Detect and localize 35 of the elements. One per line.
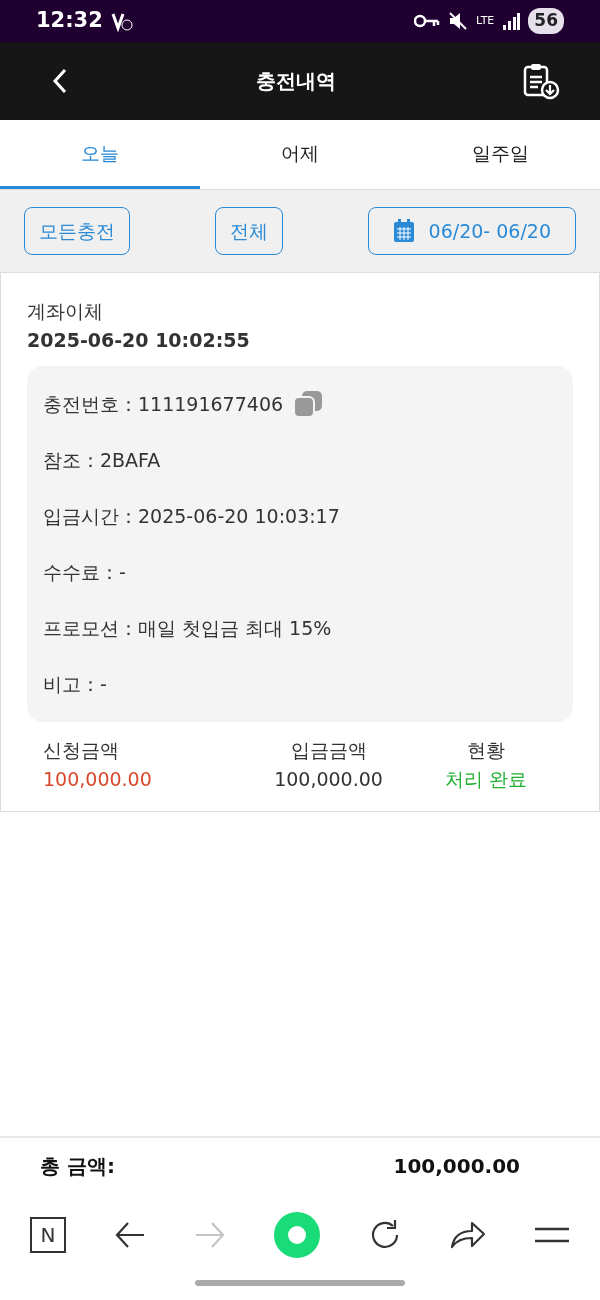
status-text: 처리 완료 [443, 766, 528, 792]
signal-icon [502, 12, 521, 30]
detail-text: 입금시간：2025-06-20 10:03:17 [43, 503, 340, 529]
mute-icon [448, 11, 469, 31]
status-label: 현황 [465, 738, 506, 763]
tab[interactable]: 일주일 [400, 120, 600, 189]
detail-text: 충전번호：111191677406 [43, 391, 284, 417]
amount-label: 입금금액 [289, 738, 368, 763]
total-label: 총 금액: [40, 1153, 115, 1180]
battery-level: 56 [528, 8, 564, 34]
clipboard-download-icon[interactable] [522, 62, 560, 100]
created-time: 2025-06-20 10:02:55 [27, 327, 251, 353]
page-title: 충전내역 [256, 68, 336, 95]
date-range-button[interactable]: 06/20- 06/20 [367, 207, 576, 255]
detail-text: 수수료：- [43, 559, 126, 585]
requested-amount: 100,000.00 [43, 766, 153, 792]
deposited-amount: 100,000.00 [273, 766, 384, 792]
back-arrow-icon[interactable] [114, 1221, 146, 1249]
filter-button[interactable]: 전체 [214, 207, 283, 255]
detail-text: 프로모션：매일 첫입금 최대 15% [43, 615, 332, 641]
calendar-icon [392, 219, 415, 243]
filter-button[interactable]: 모든충전 [24, 207, 130, 255]
network-label: LTE [476, 12, 495, 29]
share-icon[interactable] [450, 1219, 486, 1251]
detail-text: 참조：2BAFA [43, 447, 161, 473]
detail-text: 비고：- [43, 671, 107, 697]
copy-icon[interactable] [293, 390, 324, 418]
key-icon [414, 14, 441, 28]
status-time: 12:32 [36, 7, 103, 35]
home-button[interactable]: N [30, 1217, 66, 1253]
total-amount: 100,000.00 [393, 1153, 520, 1180]
amount-label: 신청금액 [43, 738, 120, 763]
menu-icon[interactable] [534, 1226, 570, 1244]
payment-method: 계좌이체 [27, 299, 104, 324]
tab[interactable]: 어제 [200, 120, 400, 189]
